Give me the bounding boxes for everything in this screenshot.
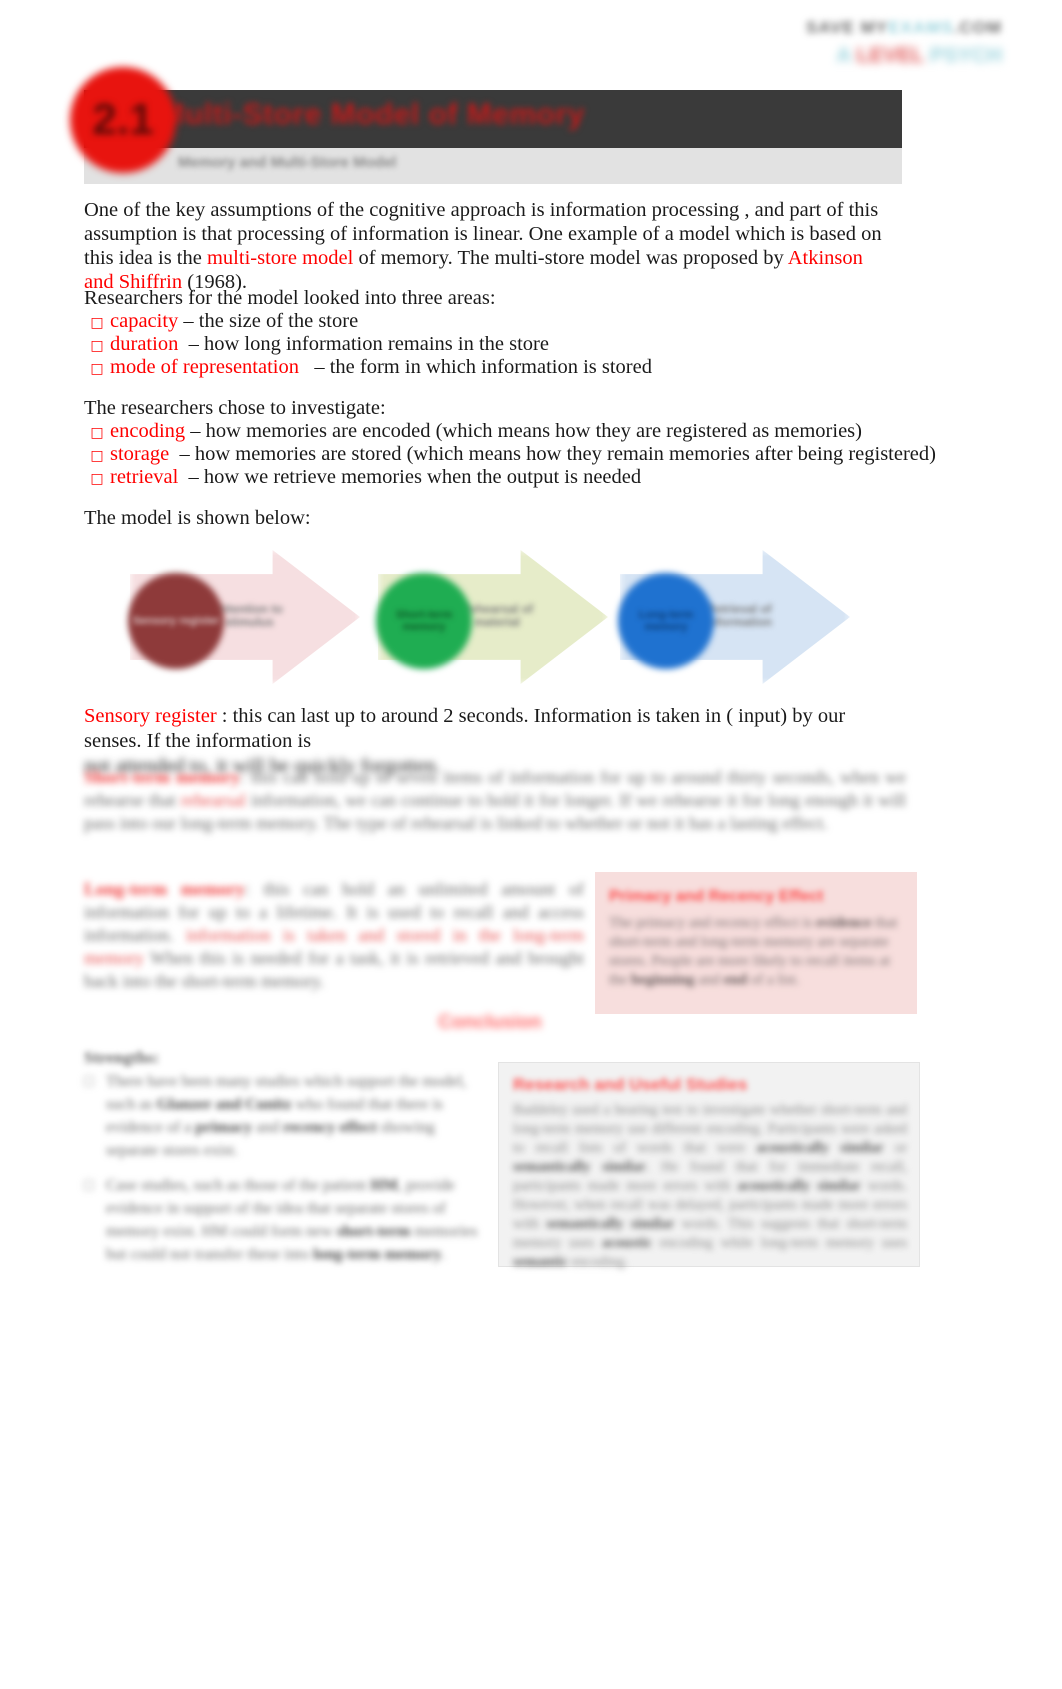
bullet-square-icon: □ — [84, 1177, 94, 1194]
list-item: □ Case studies, such as those of the pat… — [84, 1174, 484, 1266]
bullet-square-icon: □ — [90, 471, 104, 487]
areas-term: duration — [110, 333, 184, 355]
investigate-term: retrieval — [110, 466, 184, 488]
eval-1-bold-3: recency effect — [283, 1119, 377, 1136]
investigate-list: □ encoding – how memories are encoded (w… — [84, 420, 936, 489]
rb-bold-1: acoustically similar — [756, 1140, 884, 1156]
site-watermark: SAVE MYEXAMS.COM A LEVEL PSYCH — [702, 18, 1002, 90]
bullet-square-icon: □ — [84, 1073, 94, 1090]
evaluation-item-body: There have been many studies which suppo… — [106, 1070, 484, 1162]
research-box-body: Baddeley used a hearing test to investig… — [513, 1101, 907, 1272]
callout-title: Primacy and Recency Effect — [609, 888, 824, 905]
areas-desc: – the size of the store — [183, 310, 359, 332]
evaluation-item-body: Case studies, such as those of the patie… — [106, 1174, 484, 1266]
document-page: SAVE MYEXAMS.COM A LEVEL PSYCH The Multi… — [0, 0, 1062, 1689]
investigate-term: encoding — [110, 420, 191, 442]
rb-bold-6: semantic — [513, 1254, 568, 1270]
stm-highlight-rehearsal: rehearsal — [180, 790, 246, 810]
list-item: □ retrieval – how we retrieve memories w… — [84, 466, 884, 489]
rb-bold-4: semantically similar — [546, 1216, 675, 1232]
eval-1-text-c: and — [252, 1119, 284, 1136]
model-lead: The model is shown below: — [84, 507, 311, 529]
research-studies-box: Research and Useful Studies Baddeley use… — [498, 1062, 920, 1270]
investigate-desc: – how memories are encoded (which means … — [190, 420, 862, 442]
eval-2-text-d: . — [441, 1246, 446, 1263]
stm-label: Short-term memory — [84, 767, 240, 787]
rb-bold-5: acoustic — [602, 1235, 652, 1251]
eval-1-bold-1: Glanzer and Cunitz — [156, 1096, 292, 1113]
callout-body: The primacy and recency effect is eviden… — [609, 914, 905, 990]
rb-bold-3: acoustically similar — [737, 1178, 861, 1194]
stage-circle-label: Sensory register — [132, 615, 220, 627]
areas-term: capacity — [110, 310, 184, 332]
evaluation-list: □ There have been many studies which sup… — [84, 1070, 484, 1278]
investigate-lead: The researchers chose to investigate: — [84, 397, 386, 419]
bullet-square-icon: □ — [90, 338, 104, 354]
bullet-square-icon: □ — [90, 425, 104, 441]
diagram-stage-short-term: Rehearsal of material Short-term memory — [370, 538, 616, 696]
list-item: □ encoding – how memories are encoded (w… — [84, 420, 884, 443]
ltm-label: Long-term memory — [84, 879, 245, 899]
callout-bold-beginning: beginning — [631, 972, 695, 988]
bullet-square-icon: □ — [90, 361, 104, 377]
stage-circle-label: Long-term memory — [638, 609, 694, 633]
watermark-line-2: A LEVEL PSYCH — [836, 44, 1002, 67]
areas-desc: – how long information remains in the st… — [183, 333, 549, 355]
callout-text-e: and — [694, 972, 724, 988]
areas-desc: – the form in which information is store… — [304, 356, 652, 378]
diagram-stage-sensory: Attention to stimulus Sensory register — [122, 538, 368, 696]
intro-part-2: of memory. The multi-store model was pro… — [358, 247, 788, 269]
eval-2-bold-2: short-term — [336, 1223, 411, 1240]
sensory-register-label: Sensory register — [84, 705, 217, 727]
rb-text-f: encoding while long-term memory uses — [651, 1235, 908, 1251]
long-term-memory-paragraph: Long-term memory: this can hold an unlim… — [84, 878, 584, 993]
investigate-desc: – how we retrieve memories when the outp… — [183, 466, 642, 488]
rb-text-g: encoding. — [567, 1254, 629, 1270]
callout-text-a: The primacy and recency effect is — [609, 915, 817, 931]
investigate-desc: – how memories are stored (which means h… — [174, 443, 936, 465]
callout-bold-evidence: evidence — [816, 915, 872, 931]
areas-term: mode of representation — [110, 356, 305, 378]
eval-2-bold-3: long-term memory — [313, 1246, 442, 1263]
page-title: The Multi-Store Model of Memory — [96, 98, 585, 131]
intro-highlight-model: multi-store model — [206, 247, 359, 269]
rb-text-b: or — [883, 1140, 907, 1156]
bullet-square-icon: □ — [90, 315, 104, 331]
callout-bold-end: end — [723, 972, 747, 988]
eval-1-bold-2: primacy — [195, 1119, 253, 1136]
stage-circle-label: Short-term memory — [395, 609, 453, 633]
callout-text-g: of a list. — [746, 972, 800, 988]
short-term-memory-paragraph: Short-term memory: this can hold up to s… — [84, 766, 906, 835]
primacy-recency-callout-box: Primacy and Recency Effect The primacy a… — [595, 872, 917, 1014]
page-subtitle: Memory and Multi-Store Model — [178, 154, 397, 171]
diagram-stage-long-term: Retrieval of information Long-term memor… — [612, 538, 858, 696]
list-item: □ storage – how memories are stored (whi… — [84, 443, 936, 466]
watermark-line-1: SAVE MYEXAMS.COM — [805, 18, 1002, 37]
list-item: □ There have been many studies which sup… — [84, 1070, 484, 1162]
rb-bold-2: semantically similar — [513, 1159, 646, 1175]
evaluation-heading: Strengths: — [84, 1048, 160, 1067]
research-box-title: Research and Useful Studies — [513, 1075, 748, 1094]
list-item: □ mode of representation – the form in w… — [84, 356, 884, 379]
bullet-square-icon: □ — [90, 448, 104, 464]
ltm-text-b: When this is needed for a task, it is re… — [84, 948, 584, 991]
investigate-term: storage — [110, 443, 175, 465]
areas-list: □ capacity – the size of the store □ dur… — [84, 310, 884, 379]
areas-lead: Researchers for the model looked into th… — [84, 287, 496, 309]
section-number-label: 2.1 — [92, 95, 154, 144]
eval-2-text-a: Case studies, such as those of the patie… — [106, 1177, 371, 1194]
multi-store-model-diagram: Attention to stimulus Sensory register R… — [122, 538, 862, 696]
list-item: □ capacity – the size of the store — [84, 310, 884, 333]
list-item: □ duration – how long information remain… — [84, 333, 884, 356]
conclusion-heading: Conclusion — [438, 1012, 542, 1033]
intro-paragraph: One of the key assumptions of the cognit… — [84, 198, 884, 294]
eval-2-bold-1: HM — [370, 1177, 398, 1194]
